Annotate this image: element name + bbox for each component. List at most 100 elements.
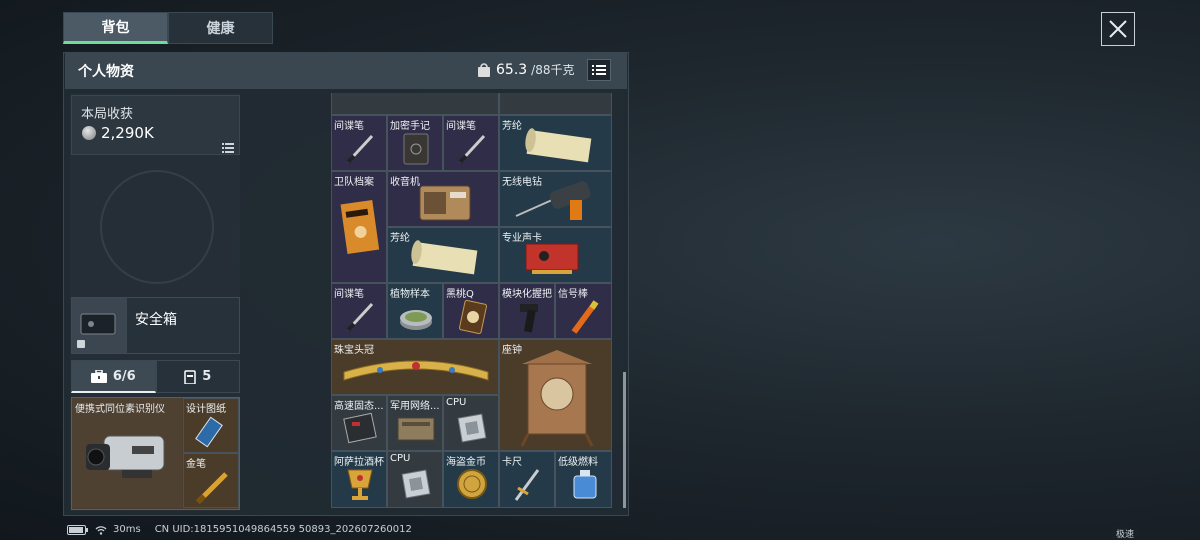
item-cell[interactable]: 植物样本: [387, 283, 443, 339]
encrypted-notebook-icon: [403, 133, 429, 165]
item-cell[interactable]: 阿萨拉酒杯: [331, 451, 387, 508]
sort-list-button[interactable]: [587, 59, 611, 81]
item-cell[interactable]: 军用网络...: [387, 395, 443, 451]
harvest-details-button[interactable]: [222, 138, 234, 157]
vest-icon: [184, 369, 196, 384]
item-cell[interactable]: 收音机: [387, 171, 499, 227]
military-network-icon: [397, 417, 435, 441]
pirate-coin-icon: [457, 469, 487, 499]
jeweled-crown-icon: [343, 360, 489, 381]
toolbox-icon: [90, 369, 107, 383]
ping-value: 30ms: [113, 524, 141, 535]
ssd-icon: [343, 412, 377, 444]
item-cell[interactable]: 间谍笔: [331, 283, 387, 339]
safe-box-icon: [77, 313, 116, 348]
user-uid: CN UID:1815951049864559 50893_2026072600…: [154, 524, 412, 535]
plant-sample-icon: [400, 310, 432, 330]
asara-goblet-icon: [347, 469, 373, 500]
cpu-icon: [401, 469, 431, 499]
item-cell[interactable]: 便携式同位素识别仪: [72, 398, 182, 508]
item-cell[interactable]: [331, 93, 499, 115]
item-cell[interactable]: 模块化握把: [499, 283, 555, 339]
tab-health[interactable]: 健康: [168, 12, 273, 44]
weight-indicator: 65.3/88千克: [476, 61, 575, 78]
gold-pen-icon: [196, 472, 228, 504]
harvest-value: 2,290K: [101, 124, 154, 142]
item-label: 便携式同位素识别仪: [75, 404, 165, 415]
grid-scrollbar-thumb[interactable]: [623, 372, 626, 508]
item-cell[interactable]: 芳纶: [499, 115, 612, 171]
spy-pen-icon: [458, 134, 486, 164]
item-cell[interactable]: 芳纶: [387, 227, 499, 283]
safe-box-icon-frame: [72, 298, 127, 353]
tab-vest[interactable]: 5: [155, 360, 240, 393]
battery-icon: [67, 524, 88, 535]
backpack-grid: 间谍笔 加密手记 间谍笔 芳纶 卫队档案 收音机 无线电钻 芳纶 专业声卡 间谍…: [331, 93, 612, 508]
tab-toolbox[interactable]: 6/6: [71, 360, 156, 393]
close-button[interactable]: [1101, 12, 1135, 46]
harvest-value-row: 2,290K: [82, 124, 154, 142]
status-bar: 30ms CN UID:1815951049864559 50893_20260…: [67, 524, 412, 535]
close-icon: [1109, 20, 1127, 38]
top-tabs: 背包 健康: [63, 12, 273, 44]
tab-backpack[interactable]: 背包: [63, 12, 168, 44]
item-cell[interactable]: 卡尺: [499, 451, 555, 508]
item-label: CPU: [390, 453, 411, 464]
wifi-icon: [95, 525, 107, 535]
toolbox-count: 6/6: [112, 368, 136, 384]
weight-icon: [478, 62, 490, 77]
weight-max: /88千克: [531, 63, 575, 77]
item-cell[interactable]: 间谍笔: [331, 115, 387, 171]
item-cell[interactable]: 加密手记: [387, 115, 443, 171]
network-speed-badge: 极速: [1112, 526, 1138, 540]
item-cell[interactable]: 间谍笔: [443, 115, 499, 171]
sound-card-icon: [525, 243, 579, 274]
item-cell[interactable]: 金笔: [183, 453, 239, 508]
queen-card-icon: [458, 299, 488, 335]
aramid-roll-icon: [525, 128, 592, 163]
spy-pen-icon: [346, 134, 374, 164]
panel-title: 个人物资: [78, 64, 134, 80]
faction-emblem: [100, 170, 214, 284]
aramid-roll-icon: [411, 240, 478, 275]
radio-icon: [419, 185, 471, 221]
caliper-icon: [514, 469, 540, 501]
item-cell[interactable]: CPU: [443, 395, 499, 451]
item-cell[interactable]: 设计图纸: [183, 398, 239, 453]
list-icon: [592, 65, 606, 75]
blueprint-icon: [195, 416, 223, 448]
vest-count: 5: [202, 369, 212, 384]
mantel-clock-icon: [520, 350, 594, 447]
item-label: 军用网络...: [390, 401, 440, 412]
weight-value: 65.3: [496, 61, 528, 78]
item-cell[interactable]: 海盗金币: [443, 451, 499, 508]
container-tabs: 6/6 5: [71, 360, 240, 393]
item-label: CPU: [446, 397, 467, 408]
spy-pen-icon: [346, 302, 374, 332]
item-cell[interactable]: 低级燃料: [555, 451, 612, 508]
coin-icon: [82, 126, 96, 140]
item-cell[interactable]: 高速固态...: [331, 395, 387, 451]
item-cell[interactable]: 珠宝头冠: [331, 339, 499, 395]
item-cell[interactable]: 黑桃Q: [443, 283, 499, 339]
item-label: 卫队档案: [334, 177, 374, 188]
low-grade-fuel-icon: [573, 470, 597, 499]
guard-file-icon: [340, 200, 380, 254]
cpu-icon: [457, 413, 487, 443]
modular-grip-icon: [520, 304, 538, 333]
item-cell[interactable]: 信号棒: [555, 283, 612, 339]
item-cell[interactable]: [499, 93, 612, 115]
item-cell[interactable]: 无线电钻: [499, 171, 612, 227]
flare-stick-icon: [571, 300, 599, 334]
item-label: 植物样本: [390, 289, 430, 300]
item-cell[interactable]: 座钟: [499, 339, 612, 451]
item-label: 模块化握把: [502, 289, 552, 300]
item-cell[interactable]: 专业声卡: [499, 227, 612, 283]
list-icon: [222, 143, 234, 153]
item-cell[interactable]: CPU: [387, 451, 443, 508]
item-cell[interactable]: 卫队档案: [331, 171, 387, 283]
cordless-drill-icon: [515, 181, 591, 220]
safe-box-label: 安全箱: [135, 312, 177, 328]
isotope-detector-icon: [86, 435, 165, 478]
harvest-label: 本局收获: [81, 107, 134, 122]
